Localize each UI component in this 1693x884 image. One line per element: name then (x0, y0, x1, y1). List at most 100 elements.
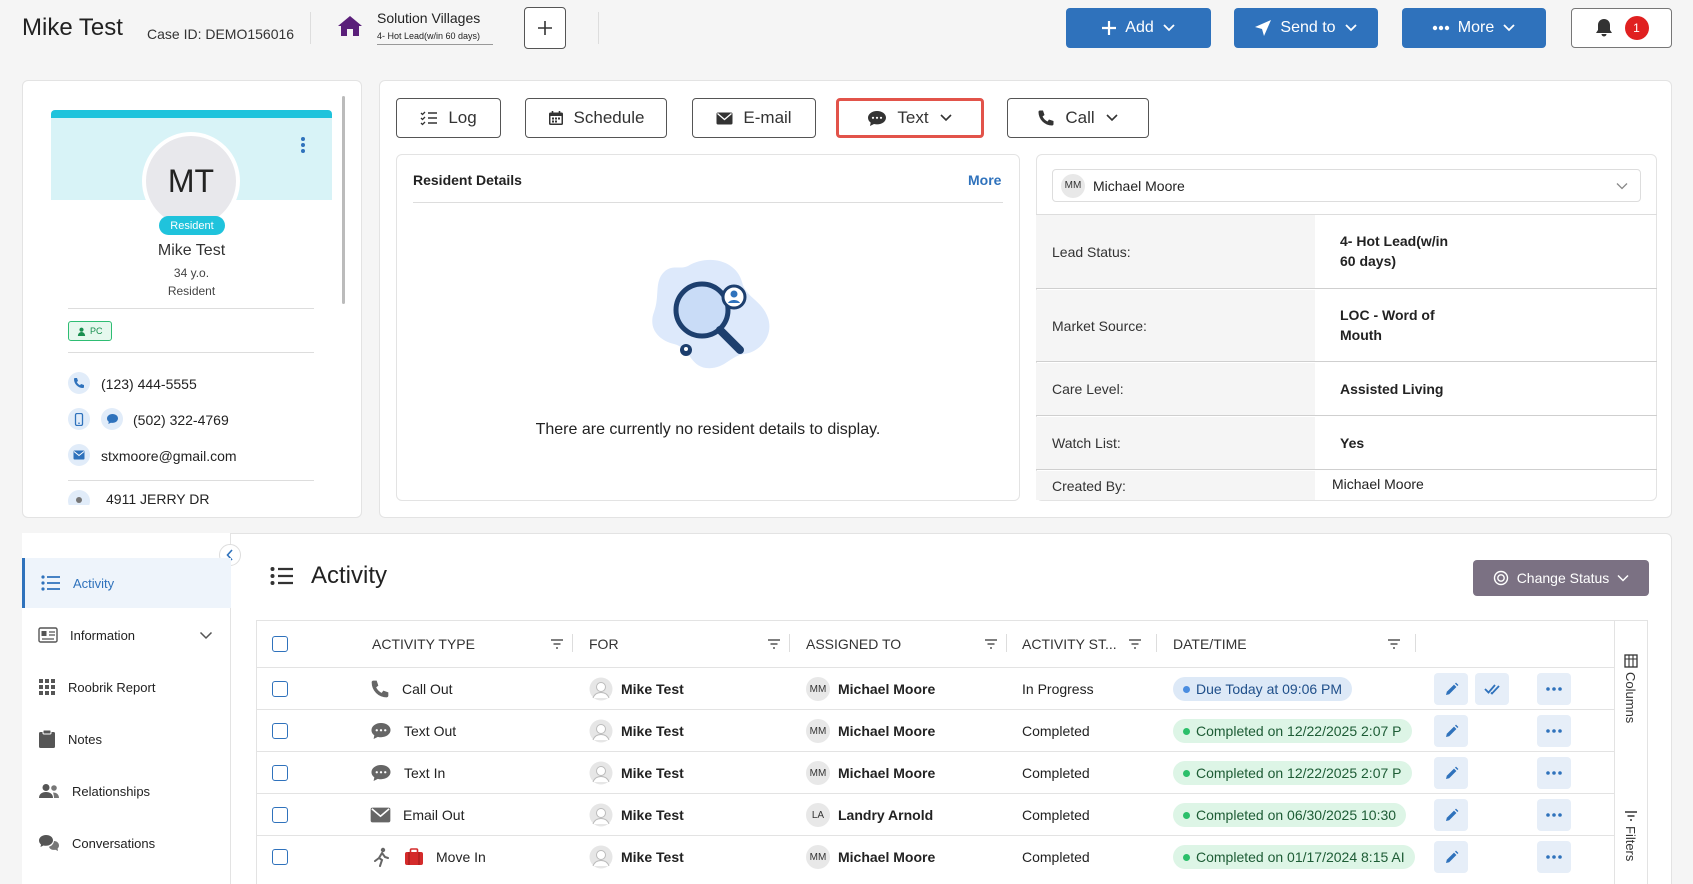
row-more-button[interactable] (1537, 673, 1571, 705)
nav-item-notes[interactable]: Notes (22, 714, 231, 764)
phone-icon (1038, 110, 1054, 126)
profile-role: Resident (167, 284, 216, 298)
watch-list-value: Yes (1340, 435, 1365, 451)
filter-lines-icon (768, 638, 780, 649)
assignee-name: Michael Moore (838, 849, 936, 865)
log-button[interactable]: Log (396, 98, 501, 138)
chevron-down-icon (1503, 24, 1515, 32)
chevron-down-icon (1163, 24, 1175, 32)
status-dot (1183, 685, 1190, 693)
filter-lines-icon (1388, 638, 1400, 649)
lead-status-label: Lead Status: (1036, 215, 1315, 288)
complete-button[interactable] (1475, 673, 1509, 705)
divider (413, 202, 1003, 203)
id-card-icon (38, 627, 58, 643)
resident-details-more-link[interactable]: More (968, 172, 1001, 188)
row-more-button[interactable] (1537, 841, 1571, 873)
nav-item-conversations[interactable]: Conversations (22, 818, 231, 868)
column-header-label: DATE/TIME (1173, 635, 1247, 652)
ellipsis-icon (1546, 687, 1562, 691)
table-row[interactable]: Email Out Mike Test LA Landry Arnold Complet… (256, 793, 1614, 835)
nav-item-activity[interactable]: Activity (22, 558, 231, 608)
for-cell[interactable]: Mike Test (589, 668, 684, 710)
edit-button[interactable] (1434, 715, 1468, 747)
grid-icon (39, 679, 55, 695)
assigned-to-cell[interactable]: MM Michael Moore (806, 836, 935, 878)
row-checkbox[interactable] (272, 807, 288, 823)
column-header-assigned-to[interactable]: ASSIGNED TO (806, 620, 998, 667)
column-header-activity-type[interactable]: ACTIVITY TYPE (372, 620, 564, 667)
text-button[interactable]: Text (836, 98, 984, 138)
columns-toggle[interactable]: Columns (1623, 654, 1638, 723)
row-more-button[interactable] (1537, 715, 1571, 747)
filters-toggle[interactable]: Filters (1623, 810, 1638, 861)
column-header-for[interactable]: FOR (589, 620, 781, 667)
add-community-button[interactable] (524, 7, 566, 49)
more-button[interactable]: More (1402, 8, 1546, 48)
column-header-activity-status[interactable]: ACTIVITY ST... (1022, 620, 1142, 667)
nav-item-roobrik-report[interactable]: Roobrik Report (22, 662, 231, 712)
users-icon (39, 784, 59, 798)
row-checkbox[interactable] (272, 681, 288, 697)
date-time-badge: Completed on 12/22/2025 2:07 P (1173, 719, 1412, 743)
edit-button[interactable] (1434, 673, 1468, 705)
chat-bubble-icon (370, 764, 392, 782)
nav-item-relationships[interactable]: Relationships (22, 766, 231, 816)
assigned-to-cell[interactable]: MM Michael Moore (806, 752, 935, 794)
header-divider (310, 12, 311, 44)
select-all-checkbox[interactable] (272, 635, 288, 652)
edit-button[interactable] (1434, 841, 1468, 873)
row-more-button[interactable] (1537, 799, 1571, 831)
for-name: Mike Test (621, 681, 684, 697)
care-level-value: Assisted Living (1340, 381, 1444, 397)
notifications-button[interactable]: 1 (1571, 8, 1672, 48)
target-icon (1493, 570, 1508, 586)
add-button[interactable]: Add (1066, 8, 1211, 48)
for-cell[interactable]: Mike Test (589, 752, 684, 794)
row-checkbox[interactable] (272, 765, 288, 781)
activity-status: Completed (1022, 765, 1090, 781)
assigned-to-cell[interactable]: MM Michael Moore (806, 668, 935, 710)
row-more-button[interactable] (1537, 757, 1571, 789)
row-checkbox[interactable] (272, 723, 288, 739)
person-icon (77, 327, 86, 336)
column-header-date-time[interactable]: DATE/TIME (1173, 620, 1401, 667)
user-select[interactable]: MM Michael Moore (1052, 169, 1641, 202)
activity-status: Completed (1022, 723, 1090, 739)
schedule-button[interactable]: Schedule (525, 98, 667, 138)
change-status-button[interactable]: Change Status (1473, 560, 1649, 596)
row-checkbox[interactable] (272, 849, 288, 865)
nav-item-information[interactable]: Information (22, 610, 231, 660)
send-to-button[interactable]: Send to (1234, 8, 1378, 48)
assigned-to-cell[interactable]: LA Landry Arnold (806, 794, 933, 836)
email-button[interactable]: E-mail (692, 98, 816, 138)
profile-scrollbar[interactable] (342, 96, 345, 304)
table-row[interactable]: Text Out Mike Test MM Michael Moore Complete… (256, 709, 1614, 751)
pencil-icon (1445, 850, 1458, 863)
for-cell[interactable]: Mike Test (589, 836, 684, 878)
community-name[interactable]: Solution Villages (377, 10, 480, 26)
filters-toggle-label: Filters (1623, 826, 1638, 862)
edit-button[interactable] (1434, 799, 1468, 831)
column-divider (789, 634, 790, 652)
for-cell[interactable]: Mike Test (589, 710, 684, 752)
chat-bubble-icon (868, 110, 887, 126)
table-row[interactable]: Text In Mike Test MM Michael Moore Completed… (256, 751, 1614, 793)
for-name: Mike Test (621, 765, 684, 781)
phone-number[interactable]: (123) 444-5555 (101, 376, 197, 392)
chevron-down-icon (940, 114, 952, 122)
edit-button[interactable] (1434, 757, 1468, 789)
table-row[interactable]: Call Out Mike Test MM Michael Moore In Progr… (256, 667, 1614, 709)
kebab-menu-icon[interactable] (300, 136, 306, 154)
suitcase-icon (404, 848, 424, 866)
call-button[interactable]: Call (1007, 98, 1149, 138)
status-dot (1183, 853, 1190, 861)
sms-icon[interactable] (101, 408, 123, 430)
email-address[interactable]: stxmoore@gmail.com (101, 448, 237, 464)
mobile-number[interactable]: (502) 322-4769 (133, 412, 229, 428)
nav-item-label: Notes (68, 731, 102, 747)
table-row[interactable]: Move In Mike Test MM Michael Moore Completed… (256, 835, 1614, 877)
address: 4911 JERRY DR (106, 491, 210, 505)
assigned-to-cell[interactable]: MM Michael Moore (806, 710, 935, 752)
for-cell[interactable]: Mike Test (589, 794, 684, 836)
